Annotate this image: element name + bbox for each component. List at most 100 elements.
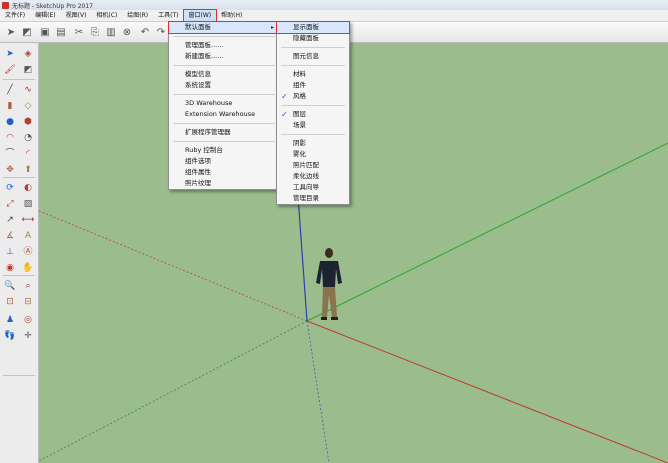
window-menu-item-5[interactable]: 模型信息 <box>169 69 279 80</box>
polygon-icon[interactable]: ⬢ <box>21 115 35 129</box>
window-menu-item-11[interactable]: 扩展程序管理器 <box>169 127 279 138</box>
window-menu-item-2[interactable]: 管理面板...... <box>169 40 279 51</box>
window-menu-item-0[interactable]: 默认面板 ▸ <box>168 21 280 34</box>
window-menu-item-14[interactable]: 组件选项 <box>169 156 279 167</box>
panel-submenu-item-3[interactable]: 图元信息 <box>277 51 349 62</box>
walk-icon[interactable]: 👣 <box>3 329 17 343</box>
menu-0[interactable]: 文件(F) <box>0 10 30 21</box>
panel-submenu-item-15[interactable]: 柔化边线 <box>277 171 349 182</box>
window-menu-item-3[interactable]: 新建面板...... <box>169 51 279 62</box>
save-button[interactable]: ▤ <box>54 25 68 39</box>
scale-icon[interactable]: ⤢ <box>3 197 17 211</box>
toolbar-separator <box>3 275 35 276</box>
component-icon[interactable]: ◈ <box>21 47 35 61</box>
window-menu-dropdown: 默认面板 ▸ 管理面板...... 新建面板...... 模型信息 系统设置 3D Ware… <box>168 21 280 190</box>
redo-button[interactable]: ↷ <box>154 25 168 39</box>
menu-2[interactable]: 视图(V) <box>61 10 92 21</box>
panel-submenu-item-7[interactable]: 风格 <box>277 91 349 102</box>
human-figure[interactable] <box>316 248 342 320</box>
rectangle-icon[interactable]: ▮ <box>3 99 17 113</box>
menu-4[interactable]: 绘图(R) <box>122 10 153 21</box>
arc-icon[interactable]: ◠ <box>3 131 17 145</box>
menu-1[interactable]: 编辑(E) <box>30 10 60 21</box>
panel-submenu-item-14[interactable]: 照片匹配 <box>277 160 349 171</box>
menu-separator <box>173 36 275 37</box>
title-bar: 无标题 - SketchUp Pro 2017 <box>0 0 668 10</box>
push-pull-icon[interactable]: ⬆ <box>21 163 35 177</box>
previous-view-icon[interactable]: ⊟ <box>21 295 35 309</box>
pie-icon[interactable]: ◔ <box>21 131 35 145</box>
menu-3[interactable]: 相机(C) <box>91 10 122 21</box>
menu-5[interactable]: 工具(T) <box>153 10 183 21</box>
window-menu-item-9[interactable]: Extension Warehouse <box>169 109 279 120</box>
menu-separator <box>281 134 345 135</box>
x-axis-positive <box>306 320 668 463</box>
follow-me-icon[interactable]: ◐ <box>21 181 35 195</box>
panel-submenu-item-0[interactable]: 显示面板 <box>276 21 350 34</box>
menu-7[interactable]: 帮助(H) <box>216 10 247 21</box>
protractor-icon[interactable]: ∡ <box>3 229 17 243</box>
circle-icon[interactable]: ● <box>3 115 17 129</box>
tape-icon[interactable]: ↗ <box>3 213 17 227</box>
3d-viewport[interactable] <box>39 43 668 463</box>
arc-2pt-icon[interactable]: ⌒ <box>3 147 17 161</box>
left-toolbar: ➤ ◈ 🖌 ◩ ╱ ∿ ▮ ◇ ● ⬢ ◠ ◔ ⌒ ◜ ✥ ⬆ ⟳ ◐ ⤢ ▨ ↗ ⟷ ∡ A ⊥ Ⓐ ◉ ✋ 🔍 ⌕ ⊡ ⊟ ♟ ◎ 👣 ✛ <box>0 43 39 463</box>
axes-icon[interactable]: ⊥ <box>3 245 17 259</box>
window-menu-item-16[interactable]: 照片纹理 <box>169 178 279 189</box>
text-icon[interactable]: A <box>21 229 35 243</box>
move-icon[interactable]: ✥ <box>3 163 17 177</box>
panel-submenu-item-1[interactable]: 隐藏面板 <box>277 33 349 44</box>
toolbar-separator <box>3 177 35 178</box>
cut-button[interactable]: ✂ <box>72 25 86 39</box>
panel-submenu-item-6[interactable]: 组件 <box>277 80 349 91</box>
window-menu-item-6[interactable]: 系统设置 <box>169 80 279 91</box>
rotate-icon[interactable]: ⟳ <box>3 181 17 195</box>
menu-separator <box>173 141 275 142</box>
menu-separator <box>173 94 275 95</box>
panel-submenu-item-16[interactable]: 工具向导 <box>277 182 349 193</box>
dimension-icon[interactable]: ⟷ <box>21 213 35 227</box>
panel-submenu-item-9[interactable]: 图层 <box>277 109 349 120</box>
panel-submenu-item-10[interactable]: 场景 <box>277 120 349 131</box>
menu-separator <box>173 123 275 124</box>
z-axis-negative <box>306 320 330 463</box>
window-menu-item-13[interactable]: Ruby 控制台 <box>169 145 279 156</box>
axes-svg <box>39 43 668 463</box>
window-menu-item-8[interactable]: 3D Warehouse <box>169 98 279 109</box>
select-tool-button[interactable]: ➤ <box>4 25 18 39</box>
look-around-icon[interactable]: ◎ <box>21 313 35 327</box>
eraser-tool-button[interactable]: ◩ <box>20 25 34 39</box>
panel-submenu-item-17[interactable]: 管理目录 <box>277 193 349 204</box>
orbit-icon[interactable]: ◉ <box>3 261 17 275</box>
pan-icon[interactable]: ✋ <box>21 261 35 275</box>
freehand-icon[interactable]: ∿ <box>21 83 35 97</box>
line-icon[interactable]: ╱ <box>3 83 17 97</box>
default-panel-submenu: 显示面板隐藏面板图元信息材料组件风格图层场景阴影雾化照片匹配柔化边线工具向导管理… <box>276 21 350 205</box>
eraser-icon[interactable]: ◩ <box>21 63 35 77</box>
y-axis-positive <box>306 142 668 322</box>
window-menu-item-15[interactable]: 组件属性 <box>169 167 279 178</box>
menu-6[interactable]: 窗口(W) <box>182 9 218 22</box>
undo-button[interactable]: ↶ <box>138 25 152 39</box>
zoom-icon[interactable]: 🔍 <box>3 279 17 293</box>
3d-text-icon[interactable]: Ⓐ <box>21 245 35 259</box>
offset-icon[interactable]: ▨ <box>21 197 35 211</box>
open-folder-button[interactable]: ▣ <box>38 25 52 39</box>
paste-button[interactable]: ▥ <box>104 25 118 39</box>
menu-separator <box>281 47 345 48</box>
zoom-extents-icon[interactable]: ⊡ <box>3 295 17 309</box>
paint-icon[interactable]: 🖌 <box>3 63 17 77</box>
sketchup-app-icon <box>2 1 9 9</box>
position-camera-icon[interactable]: ♟ <box>3 313 17 327</box>
toolbar-separator <box>3 375 35 376</box>
arc-3pt-icon[interactable]: ◜ <box>21 147 35 161</box>
zoom-window-icon[interactable]: ⌕ <box>21 279 35 293</box>
rotated-rect-icon[interactable]: ◇ <box>21 99 35 113</box>
select-icon[interactable]: ➤ <box>3 47 17 61</box>
copy-button[interactable]: ⎘ <box>88 25 102 39</box>
panel-submenu-item-5[interactable]: 材料 <box>277 69 349 80</box>
panel-submenu-item-12[interactable]: 阴影 <box>277 138 349 149</box>
delete-button[interactable]: ⊗ <box>120 25 134 39</box>
section-icon[interactable]: ✛ <box>21 329 35 343</box>
panel-submenu-item-13[interactable]: 雾化 <box>277 149 349 160</box>
